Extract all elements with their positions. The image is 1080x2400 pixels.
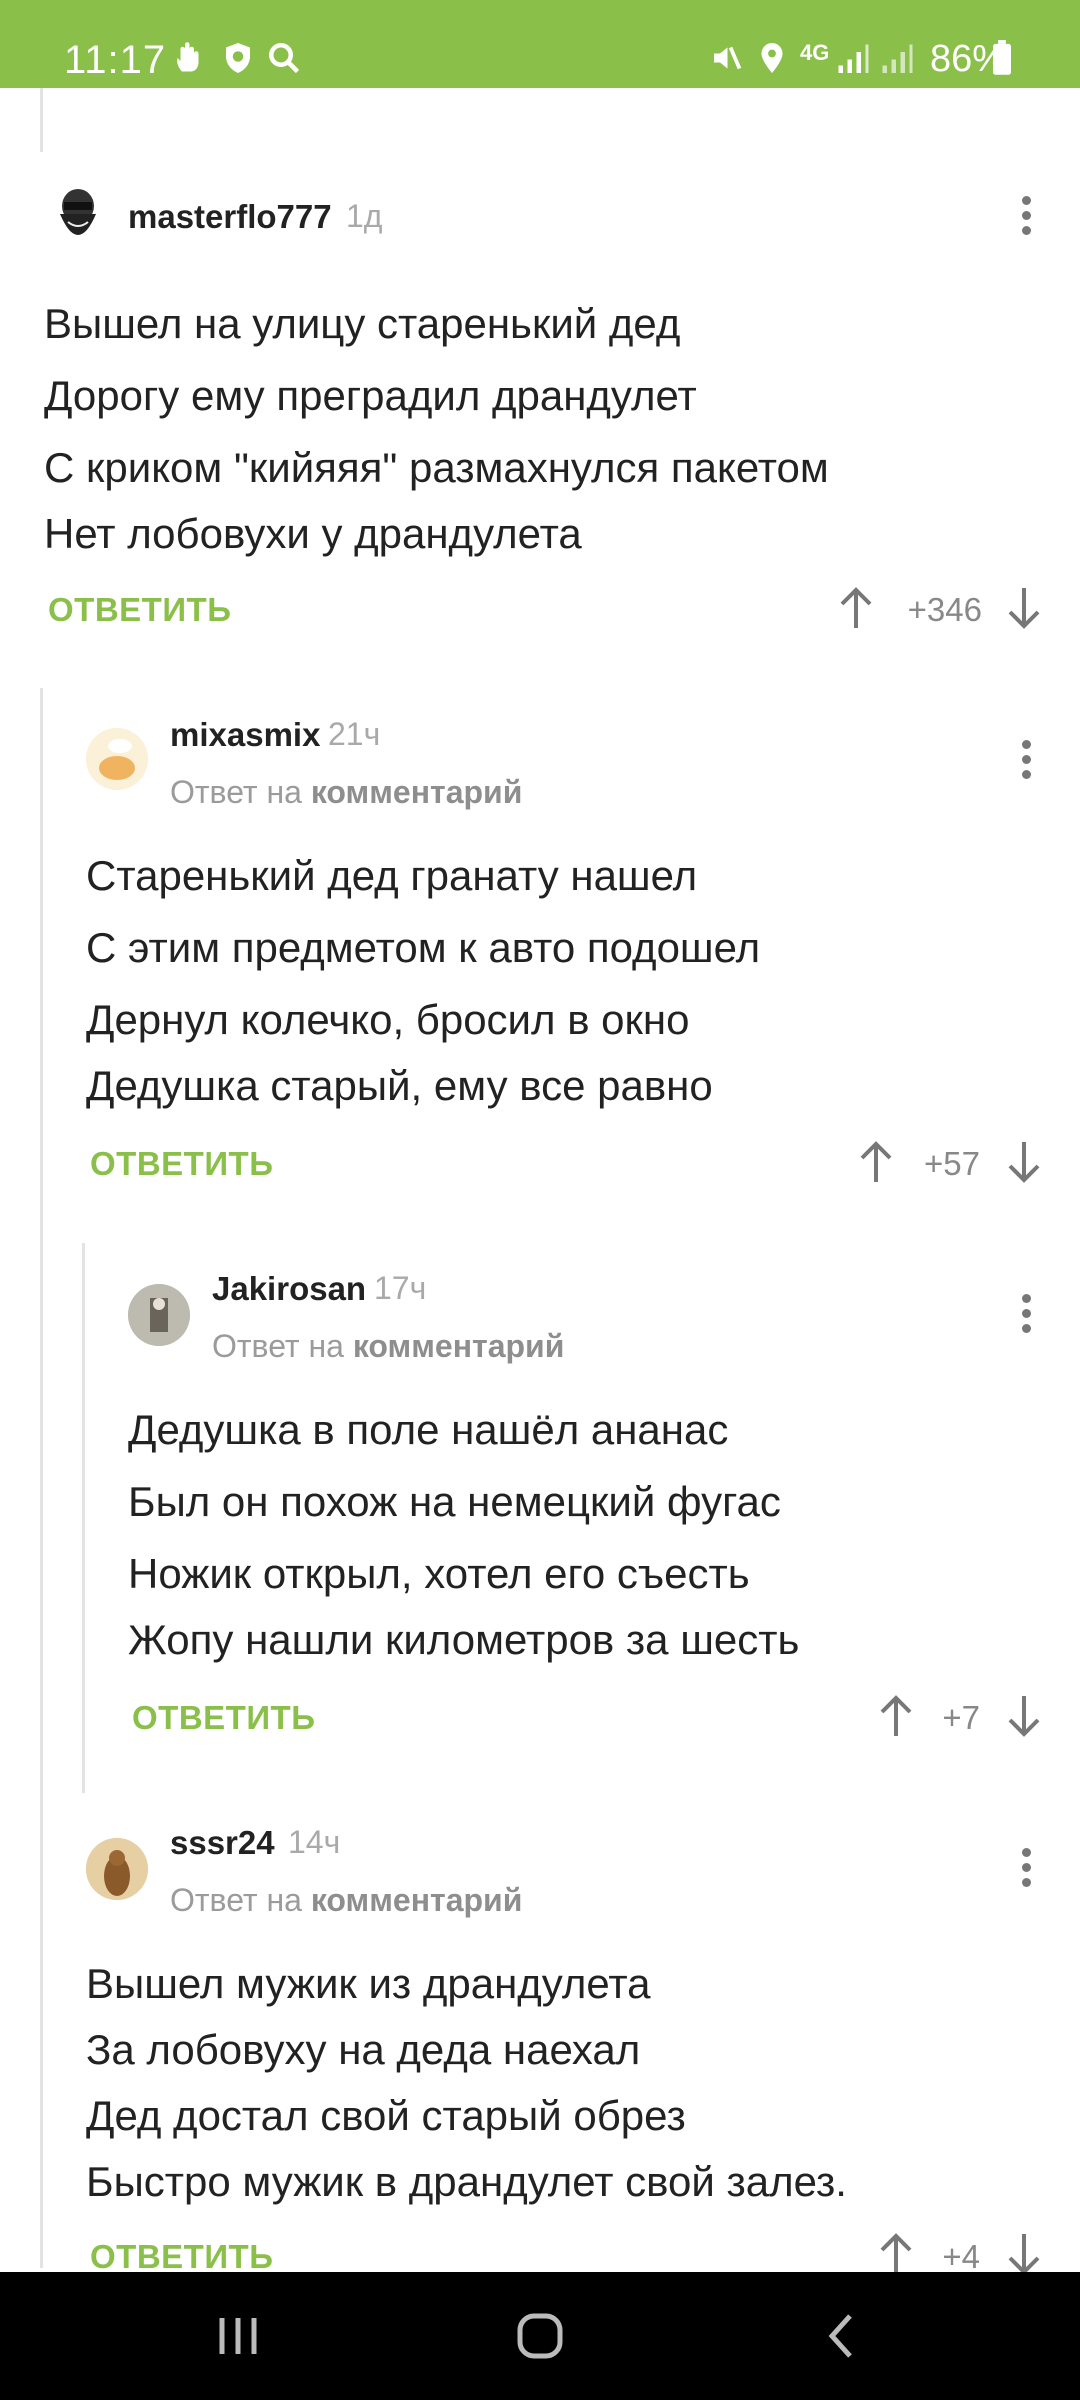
comment-score: +4 — [942, 2238, 980, 2275]
downvote-arrow-icon[interactable] — [1006, 2232, 1042, 2276]
reply-to-link[interactable]: комментарий — [311, 1882, 523, 1918]
username[interactable]: sssr24 — [170, 1824, 275, 1862]
animal-avatar-icon — [86, 1838, 148, 1900]
comment-text-line: Быстро мужик в драндулет свой залез. — [86, 2158, 847, 2205]
comment-text-line: Дед достал свой старый обрез — [86, 2092, 686, 2139]
reply-to-label: Ответ на — [170, 1882, 302, 1918]
back-icon[interactable] — [812, 2310, 872, 2362]
comment-text-line: Вышел мужик из драндулета — [86, 1960, 651, 2007]
reply-to: Ответ на комментарий — [170, 1882, 522, 1919]
comment-text-line: За лобовуху на деда наехал — [86, 2026, 641, 2073]
reply-button[interactable]: ОТВЕТИТЬ — [90, 2238, 273, 2276]
avatar[interactable] — [86, 1838, 148, 1900]
home-icon[interactable] — [510, 2310, 570, 2362]
comment-age: 14ч — [288, 1824, 341, 1860]
system-navigation-bar — [0, 2272, 1080, 2400]
more-options-icon[interactable] — [1016, 1842, 1036, 1902]
comment: sssr24 14ч Ответ на комментарий Вышел му… — [0, 0, 1080, 2275]
upvote-arrow-icon[interactable] — [878, 2232, 914, 2276]
recent-apps-icon[interactable] — [208, 2310, 268, 2362]
